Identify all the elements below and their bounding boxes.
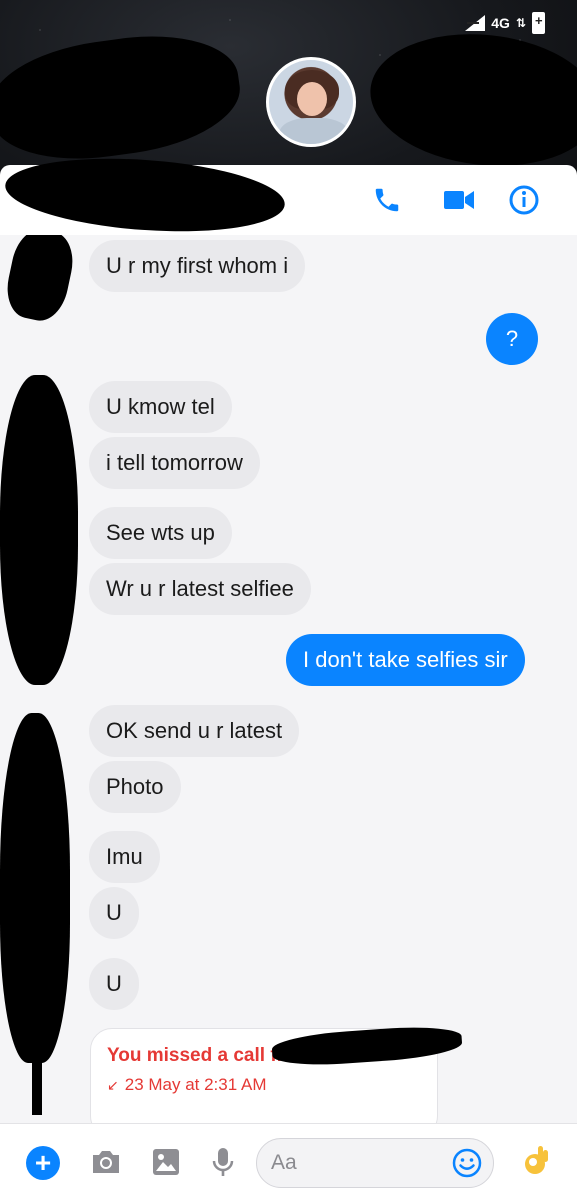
quick-reaction-button[interactable] — [518, 1142, 554, 1178]
missed-call-time: ↙ 23 May at 2:31 AM — [107, 1075, 421, 1095]
outgoing-message[interactable]: ? — [486, 313, 538, 365]
gallery-button[interactable] — [148, 1144, 184, 1180]
battery-icon — [532, 12, 545, 34]
voice-call-button[interactable] — [370, 183, 404, 217]
conversation-info-button[interactable] — [507, 183, 541, 217]
message-thread[interactable]: U r my first whom i ? U kmow tel i tell … — [0, 235, 577, 1123]
data-activity-icon: ⇅ — [515, 16, 526, 30]
redaction-mark — [32, 1055, 42, 1115]
incoming-message[interactable]: U — [89, 958, 139, 1010]
incoming-message[interactable]: Wr u r latest selfiee — [89, 563, 311, 615]
emoji-icon[interactable] — [451, 1147, 483, 1179]
signal-icon — [465, 15, 486, 31]
incoming-message[interactable]: U — [89, 887, 139, 939]
microphone-icon — [212, 1148, 234, 1176]
voice-clip-button[interactable] — [205, 1144, 241, 1180]
plus-icon: + — [34, 1147, 52, 1178]
message-composer: + — [0, 1123, 577, 1200]
incoming-message[interactable]: i tell tomorrow — [89, 437, 260, 489]
image-icon — [153, 1149, 179, 1175]
status-bar: 4G ⇅ — [465, 12, 545, 34]
incoming-message[interactable]: U r my first whom i — [89, 240, 306, 292]
redaction-mark — [1, 235, 79, 326]
incoming-message[interactable]: Imu — [89, 831, 160, 883]
network-type: 4G — [491, 15, 510, 31]
incoming-message[interactable]: U kmow tel — [89, 381, 232, 433]
incoming-message[interactable]: See wts up — [89, 507, 232, 559]
video-camera-icon — [444, 191, 474, 209]
camera-icon — [93, 1151, 119, 1173]
missed-call-arrow-icon: ↙ — [107, 1076, 119, 1093]
contact-avatar[interactable] — [266, 57, 356, 147]
more-actions-button[interactable]: + — [26, 1146, 60, 1180]
message-input-container[interactable] — [256, 1138, 494, 1188]
phone-icon — [375, 188, 399, 212]
redaction-mark — [0, 375, 78, 685]
outgoing-message[interactable]: I don't take selfies sir — [286, 634, 525, 686]
ok-hand-icon — [525, 1146, 548, 1174]
incoming-message[interactable]: OK send u r latest — [89, 705, 300, 757]
incoming-message[interactable]: Photo — [89, 761, 181, 813]
info-icon — [509, 185, 539, 215]
missed-call-timestamp: 23 May at 2:31 AM — [124, 1075, 267, 1094]
redaction-mark — [0, 713, 70, 1063]
camera-button[interactable] — [88, 1144, 124, 1180]
message-input[interactable] — [271, 1139, 441, 1187]
video-call-button[interactable] — [442, 183, 476, 217]
